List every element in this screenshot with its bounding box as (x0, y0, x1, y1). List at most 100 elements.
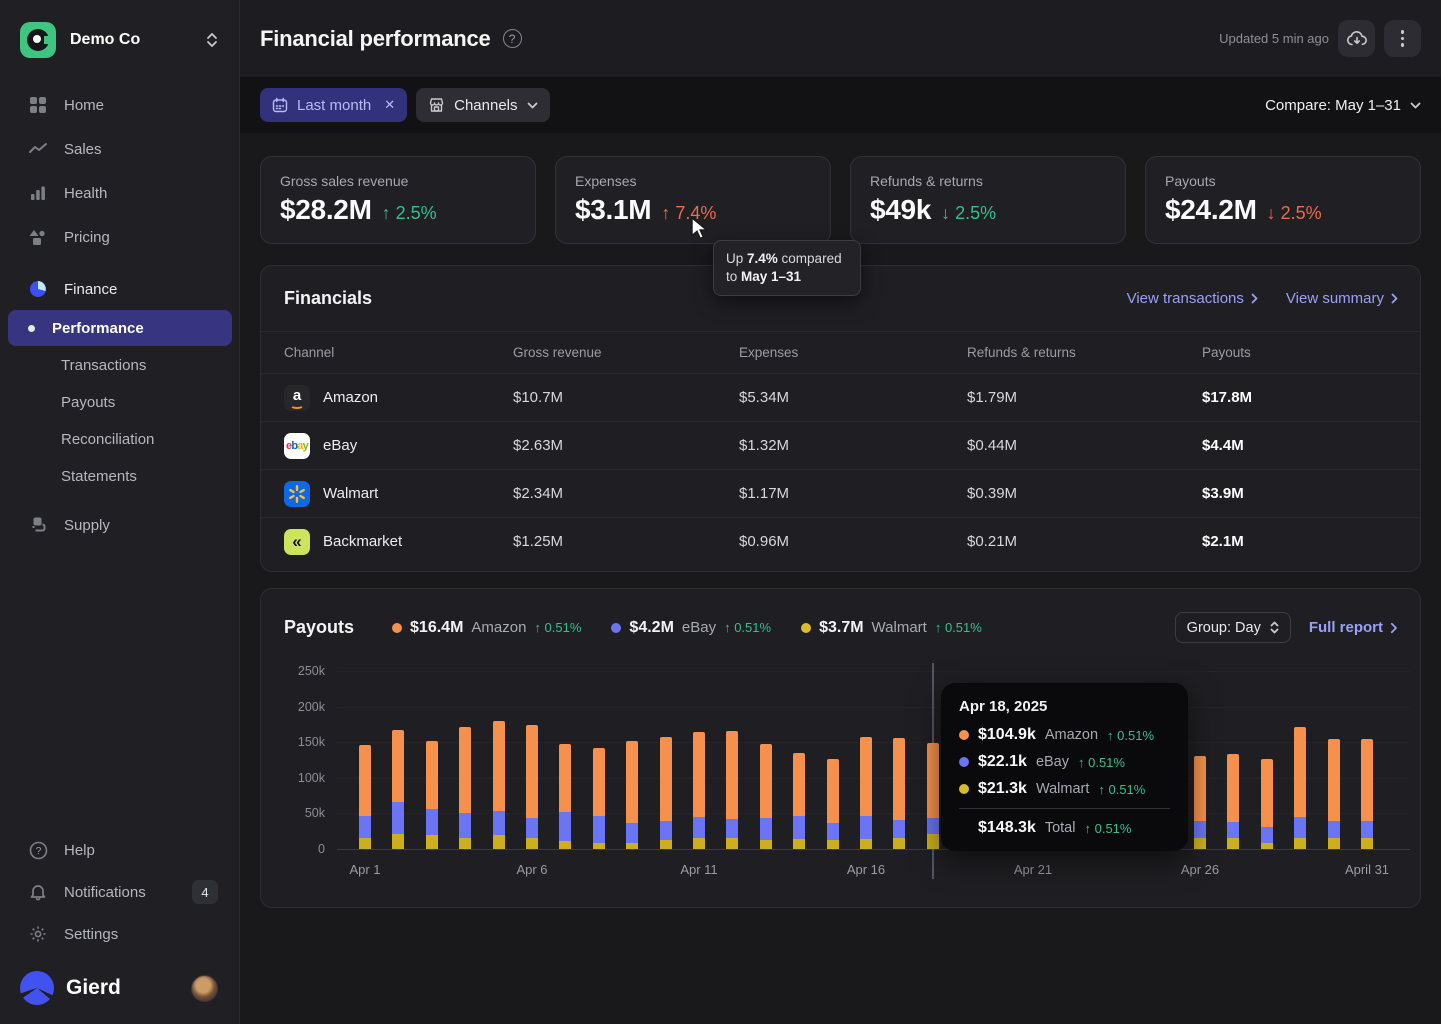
channels-filter-label: Channels (454, 97, 517, 114)
stacked-bar[interactable] (1194, 756, 1206, 849)
table-row[interactable]: aAmazon$10.7M$5.34M$1.79M$17.8M (261, 373, 1420, 421)
sidebar-item-notifications[interactable]: Notifications 4 (0, 872, 240, 912)
sidebar-item-label: Transactions (61, 357, 146, 374)
filter-bar: Last month ✕ Channels Compare: May 1–31 (240, 77, 1441, 133)
stacked-bar[interactable] (526, 725, 538, 849)
gear-icon (28, 924, 48, 944)
trend-line-icon (28, 139, 48, 159)
stacked-bar[interactable] (593, 748, 605, 849)
legend-delta: ↑ 0.51% (935, 620, 982, 635)
compare-selector[interactable]: Compare: May 1–31 (1265, 97, 1421, 114)
export-button[interactable] (1338, 20, 1375, 57)
sidebar-item-finance[interactable]: Finance (0, 269, 240, 309)
date-filter-chip[interactable]: Last month ✕ (260, 88, 407, 122)
view-summary-link[interactable]: View summary (1286, 290, 1398, 307)
page-help-icon[interactable]: ? (503, 29, 522, 48)
x-axis-tick: Apr 16 (821, 862, 911, 877)
chevron-right-icon (1390, 622, 1398, 634)
refunds-cell: $1.79M (967, 389, 1202, 406)
stacked-bar[interactable] (893, 738, 905, 849)
table-row[interactable]: «Backmarket$1.25M$0.96M$0.21M$2.1M (261, 517, 1420, 565)
kpi-delta: ↓ 2.5% (941, 203, 996, 224)
supply-icon (28, 515, 48, 535)
stacked-bar[interactable] (426, 741, 438, 849)
group-by-selector[interactable]: Group: Day (1175, 612, 1291, 643)
stacked-bar[interactable] (1361, 739, 1373, 849)
channels-filter-chip[interactable]: Channels (416, 88, 549, 122)
stacked-bar[interactable] (1261, 759, 1273, 849)
stacked-bar[interactable] (559, 744, 571, 849)
legend-item[interactable]: $4.2MeBay↑ 0.51% (611, 619, 771, 637)
y-axis-tick: 200k (261, 699, 325, 715)
kpi-card[interactable]: Payouts$24.2M↓ 2.5% (1145, 156, 1421, 244)
tooltip-date: Apr 18, 2025 (959, 698, 1170, 715)
stacked-bar[interactable] (626, 741, 638, 849)
compare-label: Compare: May 1–31 (1265, 97, 1401, 114)
y-axis-tick: 50k (261, 805, 325, 821)
legend-item[interactable]: $16.4MAmazon↑ 0.51% (392, 619, 581, 637)
stacked-bar[interactable] (927, 743, 939, 849)
expenses-cell: $5.34M (739, 389, 967, 406)
table-body: aAmazon$10.7M$5.34M$1.79M$17.8MebayeBay$… (261, 373, 1420, 565)
sidebar-item-settings[interactable]: Settings (0, 914, 240, 954)
sidebar-item-label: Pricing (64, 229, 110, 246)
kpi-delta: ↑ 2.5% (382, 203, 437, 224)
refunds-cell: $0.21M (967, 533, 1202, 550)
stacked-bar[interactable] (860, 737, 872, 849)
legend-item[interactable]: $3.7MWalmart↑ 0.51% (801, 619, 982, 637)
stacked-bar[interactable] (827, 759, 839, 849)
main-content: Financial performance ? Updated 5 min ag… (240, 0, 1441, 1024)
sidebar-item-label: Notifications (64, 884, 146, 901)
svg-text:?: ? (35, 846, 41, 857)
user-avatar[interactable] (191, 975, 218, 1002)
kpi-card[interactable]: Gross sales revenue$28.2M↑ 2.5% (260, 156, 536, 244)
stacked-bar[interactable] (660, 737, 672, 849)
sidebar-item-payouts[interactable]: Payouts (0, 384, 240, 421)
view-transactions-link[interactable]: View transactions (1127, 290, 1258, 307)
sidebar-item-help[interactable]: ? Help (0, 830, 240, 870)
sidebar-item-statements[interactable]: Statements (0, 458, 240, 495)
legend-value: $3.7M (819, 619, 863, 637)
payouts-title: Payouts (284, 617, 354, 638)
expenses-cell: $1.32M (739, 437, 967, 454)
stacked-bar[interactable] (760, 744, 772, 849)
stacked-bar[interactable] (459, 727, 471, 849)
gierd-logo (20, 971, 54, 1005)
stacked-bar[interactable] (793, 753, 805, 849)
table-row[interactable]: Walmart$2.34M$1.17M$0.39M$3.9M (261, 469, 1420, 517)
table-row[interactable]: ebayeBay$2.63M$1.32M$0.44M$4.4M (261, 421, 1420, 469)
sidebar-item-label: Reconciliation (61, 431, 154, 448)
stacked-bar[interactable] (1294, 727, 1306, 849)
sidebar-item-home[interactable]: Home (0, 85, 240, 125)
sidebar-item-reconciliation[interactable]: Reconciliation (0, 421, 240, 458)
full-report-link[interactable]: Full report (1309, 619, 1398, 636)
kpi-card[interactable]: Refunds & returns$49k↓ 2.5% (850, 156, 1126, 244)
sidebar-item-label: Settings (64, 926, 118, 943)
sidebar-item-performance[interactable]: Performance (8, 310, 232, 346)
stacked-bar[interactable] (693, 732, 705, 849)
sidebar-item-pricing[interactable]: Pricing (0, 217, 240, 257)
bell-icon (28, 882, 48, 902)
gross-revenue-cell: $2.63M (513, 437, 739, 454)
legend-dot-icon (801, 623, 811, 633)
page-title: Financial performance (260, 26, 491, 52)
stacked-bar[interactable] (1227, 754, 1239, 849)
stacked-bar[interactable] (392, 730, 404, 849)
sidebar-item-health[interactable]: Health (0, 173, 240, 213)
sidebar-item-sales[interactable]: Sales (0, 129, 240, 169)
sidebar-item-supply[interactable]: Supply (0, 505, 240, 545)
payouts-cell: $17.8M (1202, 389, 1420, 406)
stacked-bar[interactable] (726, 731, 738, 849)
kpi-card[interactable]: Expenses$3.1M↑ 7.4% (555, 156, 831, 244)
workspace-switcher[interactable]: Demo Co (0, 18, 240, 62)
x-axis-tick: Apr 26 (1155, 862, 1245, 877)
stacked-bar[interactable] (359, 745, 371, 849)
remove-filter-icon[interactable]: ✕ (384, 97, 395, 113)
kpi-value: $3.1M (575, 194, 651, 226)
stacked-bar[interactable] (493, 721, 505, 849)
stacked-bar[interactable] (1328, 739, 1340, 849)
kpi-label: Expenses (575, 173, 811, 189)
sidebar-item-label: Sales (64, 141, 102, 158)
overflow-menu-button[interactable] (1384, 20, 1421, 57)
sidebar-item-transactions[interactable]: Transactions (0, 347, 240, 384)
